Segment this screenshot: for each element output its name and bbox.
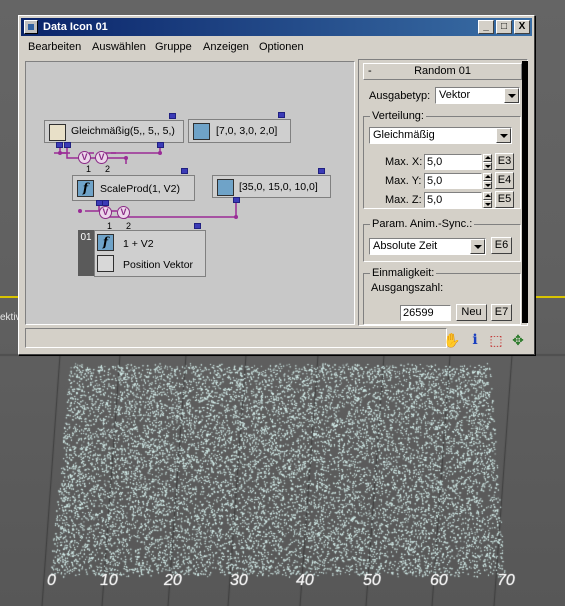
move-gizmo-icon[interactable]: ✥ <box>509 331 527 349</box>
window-title: Data Icon 01 <box>43 21 108 33</box>
node-output-label: Position Vektor <box>123 259 194 271</box>
node-pin[interactable] <box>64 142 71 148</box>
seed-input[interactable]: 26599 <box>400 305 451 321</box>
axis-tick-label: 50 <box>363 572 381 589</box>
close-button[interactable]: X <box>514 20 530 34</box>
chevron-down-icon[interactable] <box>504 88 519 103</box>
region-select-icon[interactable]: ⬚ <box>487 331 505 349</box>
node-pin[interactable] <box>194 223 201 229</box>
node-vector-1[interactable]: [7,0, 3,0, 2,0] <box>188 119 291 143</box>
node-random[interactable]: Gleichmäßig(5,, 5,, 5,) <box>44 120 184 143</box>
vector-arrow-icon <box>217 179 234 196</box>
function-icon: f <box>97 234 114 251</box>
value-connector[interactable]: V <box>99 206 112 219</box>
axis-tick-label: 0 <box>47 572 56 589</box>
einmaligkeit-title: Einmaligkeit: <box>370 267 437 279</box>
seed-wire-button[interactable]: E7 <box>491 304 512 321</box>
titlebar[interactable]: Data Icon 01 _ □ X <box>21 18 532 36</box>
axis-tick-label: 10 <box>100 572 118 589</box>
sync-group: Param. Anim.-Sync.: Absolute Zeit E6 <box>363 218 521 262</box>
verteilung-group: Verteilung: Gleichmäßig Max. X: 5,0 E3 M… <box>363 110 521 209</box>
max-z-spinner[interactable] <box>483 192 492 208</box>
node-pin[interactable] <box>157 142 164 148</box>
value-connector[interactable]: V <box>117 206 130 219</box>
node-output-func-label: 1 + V2 <box>123 238 154 250</box>
sync-value: Absolute Zeit <box>373 240 438 252</box>
max-y-label: Max. Y: <box>385 175 422 187</box>
parameter-panel: - Random 01 Ausgabetyp: Vektor Verteilun… <box>358 59 528 326</box>
verteilung-value: Gleichmäßig <box>373 129 435 141</box>
axis-tick-label: 30 <box>230 572 248 589</box>
maximize-button[interactable]: □ <box>496 20 512 34</box>
node-pin[interactable] <box>318 168 325 174</box>
schematic-view[interactable]: Gleichmäßig(5,, 5,, 5,) [7,0, 3,0, 2,0] … <box>25 61 355 325</box>
max-x-input[interactable]: 5,0 <box>424 154 482 170</box>
dice-icon <box>49 124 66 141</box>
max-z-label: Max. Z: <box>385 194 422 206</box>
seed-new-button[interactable]: Neu <box>456 304 487 321</box>
seed-label: Ausgangszahl: <box>371 282 444 294</box>
max-y-spinner[interactable] <box>483 173 492 189</box>
value-connector[interactable]: V <box>78 151 91 164</box>
chevron-down-icon[interactable] <box>496 128 511 143</box>
minimize-button[interactable]: _ <box>478 20 494 34</box>
sync-title: Param. Anim.-Sync.: <box>370 218 475 230</box>
max-x-spinner[interactable] <box>483 154 492 170</box>
menu-gruppe[interactable]: Gruppe <box>155 41 192 53</box>
node-vector-2-label: [35,0, 15,0, 10,0] <box>239 181 318 193</box>
scrollbar-thumb[interactable] <box>522 61 528 323</box>
node-scaleprod-label: ScaleProd(1, V2) <box>100 183 180 195</box>
node-random-label: Gleichmäßig(5,, 5,, 5,) <box>71 125 175 137</box>
ausgabetyp-label: Ausgabetyp: <box>369 90 431 102</box>
max-z-input[interactable]: 5,0 <box>424 192 482 208</box>
node-pin[interactable] <box>56 142 63 148</box>
position-output-icon <box>97 255 114 272</box>
axis-tick-label: 20 <box>164 572 182 589</box>
sync-wire-button[interactable]: E6 <box>491 237 512 254</box>
menu-anzeigen[interactable]: Anzeigen <box>203 41 249 53</box>
node-pin[interactable] <box>233 197 240 203</box>
rollout-header[interactable]: - Random 01 <box>363 63 522 80</box>
verteilung-select[interactable]: Gleichmäßig <box>369 127 512 144</box>
node-pin[interactable] <box>181 168 188 174</box>
axis-tick-label: 70 <box>497 572 515 589</box>
rollout-title: Random 01 <box>414 65 471 77</box>
function-icon: f <box>77 180 94 197</box>
info-icon[interactable]: i <box>466 331 484 349</box>
node-pin[interactable] <box>169 113 176 119</box>
value-connector[interactable]: V <box>95 151 108 164</box>
menu-bearbeiten[interactable]: Bearbeiten <box>28 41 81 53</box>
node-output-index: 01 <box>78 230 94 276</box>
wire-label: 1 <box>86 164 92 174</box>
node-vector-2[interactable]: [35,0, 15,0, 10,0] <box>212 175 331 198</box>
max-y-input[interactable]: 5,0 <box>424 173 482 189</box>
data-icon <box>24 20 38 34</box>
chevron-down-icon[interactable] <box>470 239 485 254</box>
node-pin[interactable] <box>278 112 285 118</box>
menu-optionen[interactable]: Optionen <box>259 41 304 53</box>
node-output[interactable]: f 1 + V2 Position Vektor <box>94 230 206 277</box>
vector-arrow-icon <box>193 123 210 140</box>
menu-auswaehlen[interactable]: Auswählen <box>92 41 146 53</box>
max-z-wire-button[interactable]: E5 <box>495 191 514 208</box>
einmaligkeit-group: Einmaligkeit: Ausgangszahl: 26599 Neu E7 <box>363 267 521 325</box>
ausgabetyp-select[interactable]: Vektor <box>435 87 520 104</box>
data-icon-window: Data Icon 01 _ □ X Bearbeiten Auswählen … <box>18 15 535 355</box>
hand-pan-icon[interactable]: ✋ <box>443 331 461 349</box>
node-vector-1-label: [7,0, 3,0, 2,0] <box>216 125 278 137</box>
max-x-wire-button[interactable]: E3 <box>495 153 514 170</box>
max-y-wire-button[interactable]: E4 <box>495 172 514 189</box>
axis-tick-label: 60 <box>430 572 448 589</box>
verteilung-title: Verteilung: <box>370 110 426 122</box>
menubar: Bearbeiten Auswählen Gruppe Anzeigen Opt… <box>21 38 532 56</box>
node-scaleprod[interactable]: f ScaleProd(1, V2) <box>72 175 195 201</box>
wire-label: 2 <box>105 164 111 174</box>
rollout-toggle[interactable]: - <box>368 64 372 78</box>
ausgabetyp-value: Vektor <box>439 89 471 101</box>
panel-scrollbar[interactable] <box>522 61 528 323</box>
max-x-label: Max. X: <box>385 156 423 168</box>
axis-tick-label: 40 <box>296 572 314 589</box>
sync-select[interactable]: Absolute Zeit <box>369 238 486 255</box>
status-bar <box>25 328 447 348</box>
